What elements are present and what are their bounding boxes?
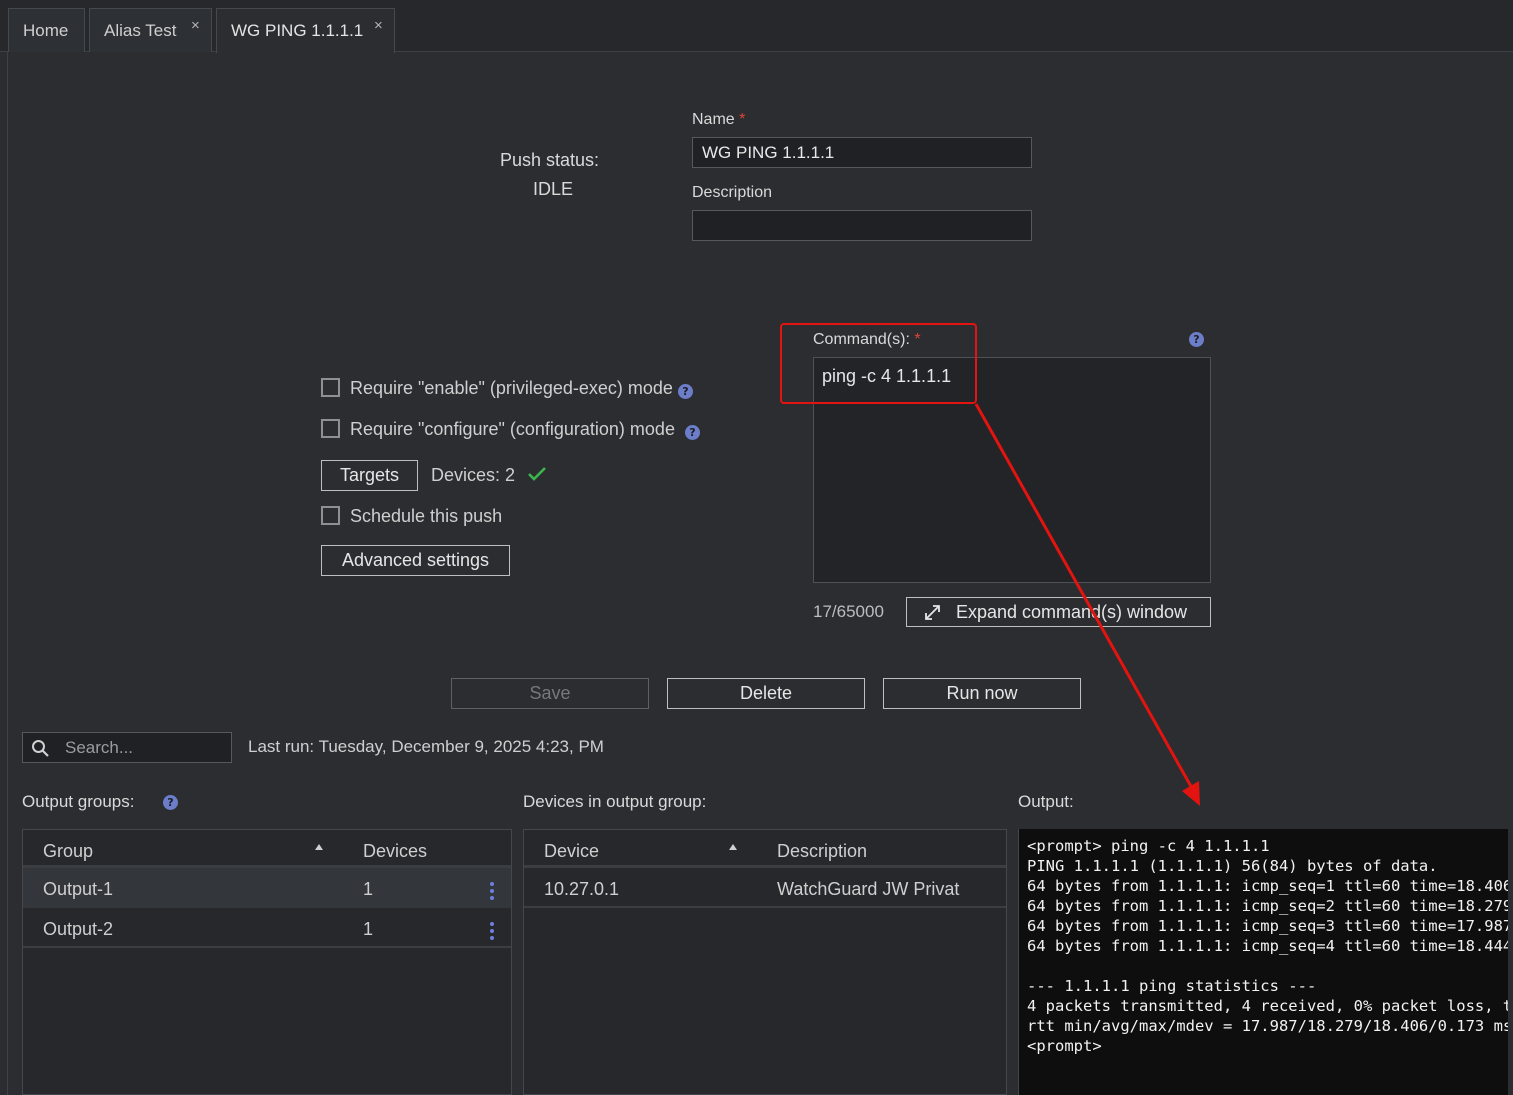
expand-commands-button[interactable]: Expand command(s) window — [906, 597, 1211, 627]
tab-home[interactable]: Home — [8, 8, 85, 52]
devices-in-group-label: Devices in output group: — [523, 792, 707, 811]
device-description: WatchGuard JW Privat — [777, 879, 960, 899]
group-device-count: 1 — [363, 879, 374, 899]
schedule-label: Schedule this push — [350, 506, 503, 526]
advanced-settings-button[interactable]: Advanced settings — [321, 545, 510, 576]
search-box[interactable]: Search... — [22, 732, 232, 763]
close-icon[interactable]: × — [374, 17, 383, 34]
character-counter: 17/65000 — [813, 602, 884, 621]
column-header-devices[interactable]: Devices — [363, 841, 427, 862]
devices-count: Devices: 2 — [431, 465, 516, 485]
last-run-text: Last run: Tuesday, December 9, 2025 4:23… — [248, 737, 604, 756]
delete-button[interactable]: Delete — [667, 678, 865, 709]
group-name: Output-1 — [43, 879, 114, 899]
enable-mode-label: Require "enable" (privileged-exec) mode — [350, 378, 673, 398]
description-label: Description — [692, 184, 773, 201]
column-header-description[interactable]: Description — [777, 841, 867, 862]
tab-label: WG PING 1.1.1.1 — [231, 21, 364, 40]
tab-wg-ping[interactable]: WG PING 1.1.1.1 × — [216, 8, 395, 53]
required-mark: * — [739, 111, 746, 128]
close-icon[interactable]: × — [191, 17, 200, 34]
more-options-icon[interactable] — [490, 922, 495, 940]
content-border — [7, 52, 8, 1095]
configure-mode-label: Require "configure" (configuration) mode — [350, 419, 675, 439]
description-input[interactable] — [692, 210, 1032, 241]
output-text: <prompt> ping -c 4 1.1.1.1 PING 1.1.1.1 … — [1027, 837, 1508, 1055]
tab-label: Home — [23, 21, 69, 40]
search-icon — [32, 740, 49, 757]
help-icon[interactable]: ? — [685, 425, 700, 440]
tab-label: Alias Test — [104, 21, 177, 40]
checkmark-icon — [528, 467, 546, 481]
help-icon[interactable]: ? — [1189, 332, 1204, 347]
configure-mode-checkbox[interactable] — [321, 419, 340, 438]
help-icon[interactable]: ? — [163, 795, 178, 810]
schedule-checkbox[interactable] — [321, 506, 340, 525]
targets-button[interactable]: Targets — [321, 460, 418, 491]
name-label: Name * — [692, 111, 746, 128]
group-name: Output-2 — [43, 919, 114, 939]
push-status-value: IDLE — [533, 179, 574, 199]
output-console: <prompt> ping -c 4 1.1.1.1 PING 1.1.1.1 … — [1018, 829, 1508, 1095]
sort-ascending-icon[interactable] — [314, 843, 324, 851]
search-input[interactable]: Search... — [65, 738, 133, 758]
expand-button-label: Expand command(s) window — [955, 601, 1188, 622]
annotation-highlight-box — [780, 323, 977, 404]
expand-icon — [925, 605, 940, 620]
save-button[interactable]: Save — [451, 678, 649, 709]
output-label: Output: — [1018, 792, 1074, 811]
sort-ascending-icon[interactable] — [728, 843, 738, 851]
more-options-icon[interactable] — [490, 882, 495, 900]
tab-alias-test[interactable]: Alias Test × — [89, 8, 212, 52]
output-groups-label: Output groups: — [22, 792, 135, 811]
run-now-button[interactable]: Run now — [883, 678, 1081, 709]
enable-mode-checkbox[interactable] — [321, 378, 340, 397]
column-header-device[interactable]: Device — [544, 841, 599, 862]
column-header-group[interactable]: Group — [43, 841, 93, 862]
help-icon[interactable]: ? — [678, 384, 693, 399]
device-address: 10.27.0.1 — [544, 879, 620, 899]
push-status-label: Push status: — [500, 150, 600, 170]
name-input[interactable]: WG PING 1.1.1.1 — [692, 137, 1032, 168]
group-device-count: 1 — [363, 919, 374, 939]
